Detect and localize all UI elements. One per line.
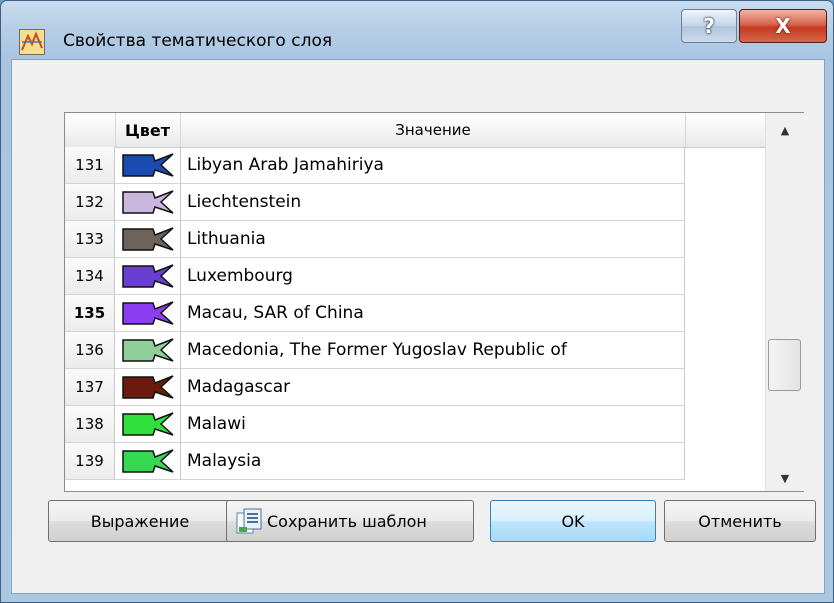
thematic-values-table[interactable]: Цвет Значение 131 Libyan Arab Jamahiriya 1… <box>64 112 804 492</box>
scrollbar-thumb[interactable] <box>768 339 801 391</box>
value-cell[interactable]: Madagascar <box>181 369 685 406</box>
save-template-label: Сохранить шаблон <box>267 511 427 531</box>
close-button[interactable]: X <box>739 9 827 43</box>
save-template-icon <box>235 507 263 535</box>
table-row[interactable]: 134 Luxembourg <box>65 258 685 295</box>
color-swatch-cell[interactable] <box>115 258 181 295</box>
color-swatch-cell[interactable] <box>115 406 181 443</box>
row-number[interactable]: 131 <box>65 147 115 184</box>
column-header-value[interactable]: Значение <box>181 113 686 147</box>
row-number[interactable]: 136 <box>65 332 115 369</box>
polygon-style-swatch-icon <box>122 264 174 288</box>
row-number[interactable]: 134 <box>65 258 115 295</box>
polygon-style-swatch-icon <box>122 301 174 325</box>
table-row[interactable]: 133 Lithuania <box>65 221 685 258</box>
vertical-scrollbar[interactable]: ▲ ▼ <box>765 113 804 491</box>
value-cell[interactable]: Libyan Arab Jamahiriya <box>181 147 685 184</box>
table-header: Цвет Значение <box>65 113 765 148</box>
dialog-client-area: Цвет Значение 131 Libyan Arab Jamahiriya 1… <box>11 59 825 594</box>
dialog-window: Свойства тематического слоя ? X Цвет Зна… <box>0 0 834 603</box>
row-number[interactable]: 132 <box>65 184 115 221</box>
title-bar[interactable]: Свойства тематического слоя ? X <box>1 1 833 57</box>
color-swatch-cell[interactable] <box>115 184 181 221</box>
polygon-style-swatch-icon <box>122 375 174 399</box>
color-swatch-cell[interactable] <box>115 332 181 369</box>
polygon-style-swatch-icon <box>122 338 174 362</box>
column-header-color[interactable]: Цвет <box>115 113 181 147</box>
table-row[interactable]: 136 Macedonia, The Former Yugoslav Republ… <box>65 332 685 369</box>
cancel-button[interactable]: Отменить <box>664 500 816 542</box>
scroll-up-arrow-icon[interactable]: ▲ <box>766 117 804 143</box>
help-button[interactable]: ? <box>681 9 737 43</box>
value-cell[interactable]: Macedonia, The Former Yugoslav Republic … <box>181 332 685 369</box>
polygon-style-swatch-icon <box>122 227 174 251</box>
expression-button[interactable]: Выражение <box>48 500 232 542</box>
table-row[interactable]: 138 Malawi <box>65 406 685 443</box>
row-number[interactable]: 133 <box>65 221 115 258</box>
table-row[interactable]: 135 Macau, SAR of China <box>65 295 685 332</box>
value-cell[interactable]: Macau, SAR of China <box>181 295 685 332</box>
color-swatch-cell[interactable] <box>115 295 181 332</box>
thematic-layer-icon <box>19 29 45 55</box>
ok-button[interactable]: OK <box>490 500 656 542</box>
save-template-button[interactable]: Сохранить шаблон <box>226 500 474 542</box>
row-number[interactable]: 139 <box>65 443 115 480</box>
value-cell[interactable]: Luxembourg <box>181 258 685 295</box>
polygon-style-swatch-icon <box>122 153 174 177</box>
polygon-style-swatch-icon <box>122 412 174 436</box>
value-cell[interactable]: Malawi <box>181 406 685 443</box>
table-row[interactable]: 131 Libyan Arab Jamahiriya <box>65 147 685 184</box>
value-cell[interactable]: Lithuania <box>181 221 685 258</box>
color-swatch-cell[interactable] <box>115 147 181 184</box>
value-cell[interactable]: Liechtenstein <box>181 184 685 221</box>
table-row[interactable]: 139 Malaysia <box>65 443 685 480</box>
header-corner <box>65 113 116 147</box>
row-number[interactable]: 138 <box>65 406 115 443</box>
table-row[interactable]: 132 Liechtenstein <box>65 184 685 221</box>
polygon-style-swatch-icon <box>122 190 174 214</box>
table-row[interactable]: 137 Madagascar <box>65 369 685 406</box>
value-cell[interactable]: Malaysia <box>181 443 685 480</box>
scroll-down-arrow-icon[interactable]: ▼ <box>766 465 804 491</box>
polygon-style-swatch-icon <box>122 449 174 473</box>
window-title: Свойства тематического слоя <box>63 31 333 51</box>
row-number[interactable]: 135 <box>65 295 115 332</box>
color-swatch-cell[interactable] <box>115 369 181 406</box>
color-swatch-cell[interactable] <box>115 443 181 480</box>
color-swatch-cell[interactable] <box>115 221 181 258</box>
row-number[interactable]: 137 <box>65 369 115 406</box>
